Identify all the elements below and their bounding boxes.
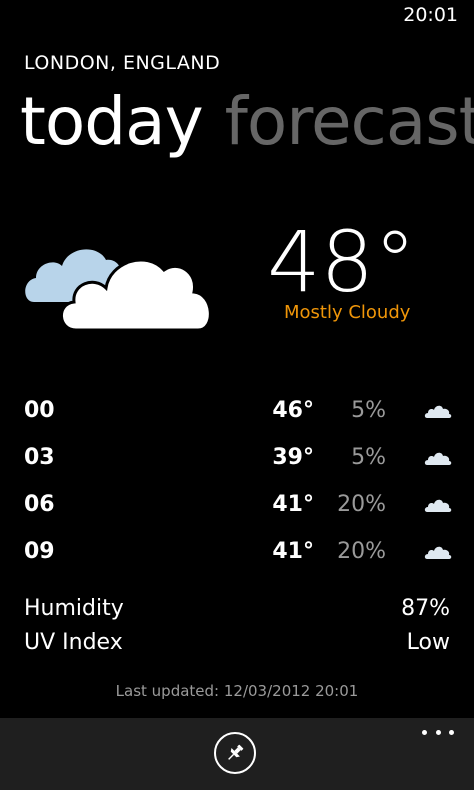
stat-value: 87% (401, 596, 450, 621)
more-icon-dot (435, 729, 441, 735)
cloud-icon (424, 546, 452, 559)
hour-time: 06 (24, 492, 55, 517)
hourly-row: 09 41° 20% (24, 533, 456, 580)
hour-precipitation: 20% (337, 492, 386, 517)
hour-temperature: 39° (272, 445, 314, 470)
hourly-forecast-list: 00 46° 5% 03 39° 5% 06 41° 20% 09 41° 20… (24, 392, 456, 580)
weather-stats: Humidity 87% UV Index Low (24, 596, 450, 664)
mostly-cloudy-icon (25, 249, 212, 332)
hour-time: 09 (24, 539, 55, 564)
cloud-icon (424, 452, 452, 465)
hour-precipitation: 5% (351, 398, 386, 423)
stat-label: UV Index (24, 630, 123, 655)
hour-precipitation: 20% (337, 539, 386, 564)
hour-temperature: 41° (272, 492, 314, 517)
stat-humidity: Humidity 87% (24, 596, 450, 630)
more-button[interactable] (422, 724, 454, 740)
hour-precipitation: 5% (351, 445, 386, 470)
status-bar: 20:01 (0, 0, 474, 32)
tab-forecast[interactable]: forecast (225, 83, 474, 160)
status-time: 20:01 (403, 4, 458, 26)
location-title: LONDON, ENGLAND (24, 52, 221, 74)
current-condition: Mostly Cloudy (284, 302, 411, 323)
more-icon-dot (449, 729, 454, 735)
hour-temperature: 41° (272, 539, 314, 564)
stat-value: Low (406, 630, 450, 655)
hourly-row: 03 39° 5% (24, 439, 456, 486)
cloud-icon (424, 405, 452, 418)
pin-icon (228, 744, 244, 760)
pin-button[interactable] (214, 732, 256, 774)
hour-time: 03 (24, 445, 55, 470)
stat-label: Humidity (24, 596, 124, 621)
pivot-header: today forecast (20, 80, 474, 164)
hourly-row: 00 46° 5% (24, 392, 456, 439)
cloud-icon (424, 499, 452, 512)
last-updated: Last updated: 12/03/2012 20:01 (115, 682, 359, 700)
app-bar (0, 718, 474, 790)
more-icon-dot (422, 729, 427, 735)
tab-today[interactable]: today (20, 83, 204, 160)
hour-temperature: 46° (272, 398, 314, 423)
hourly-row: 06 41° 20% (24, 486, 456, 533)
hour-time: 00 (24, 398, 55, 423)
stat-uv-index: UV Index Low (24, 630, 450, 664)
current-temperature: 48° (267, 213, 416, 311)
